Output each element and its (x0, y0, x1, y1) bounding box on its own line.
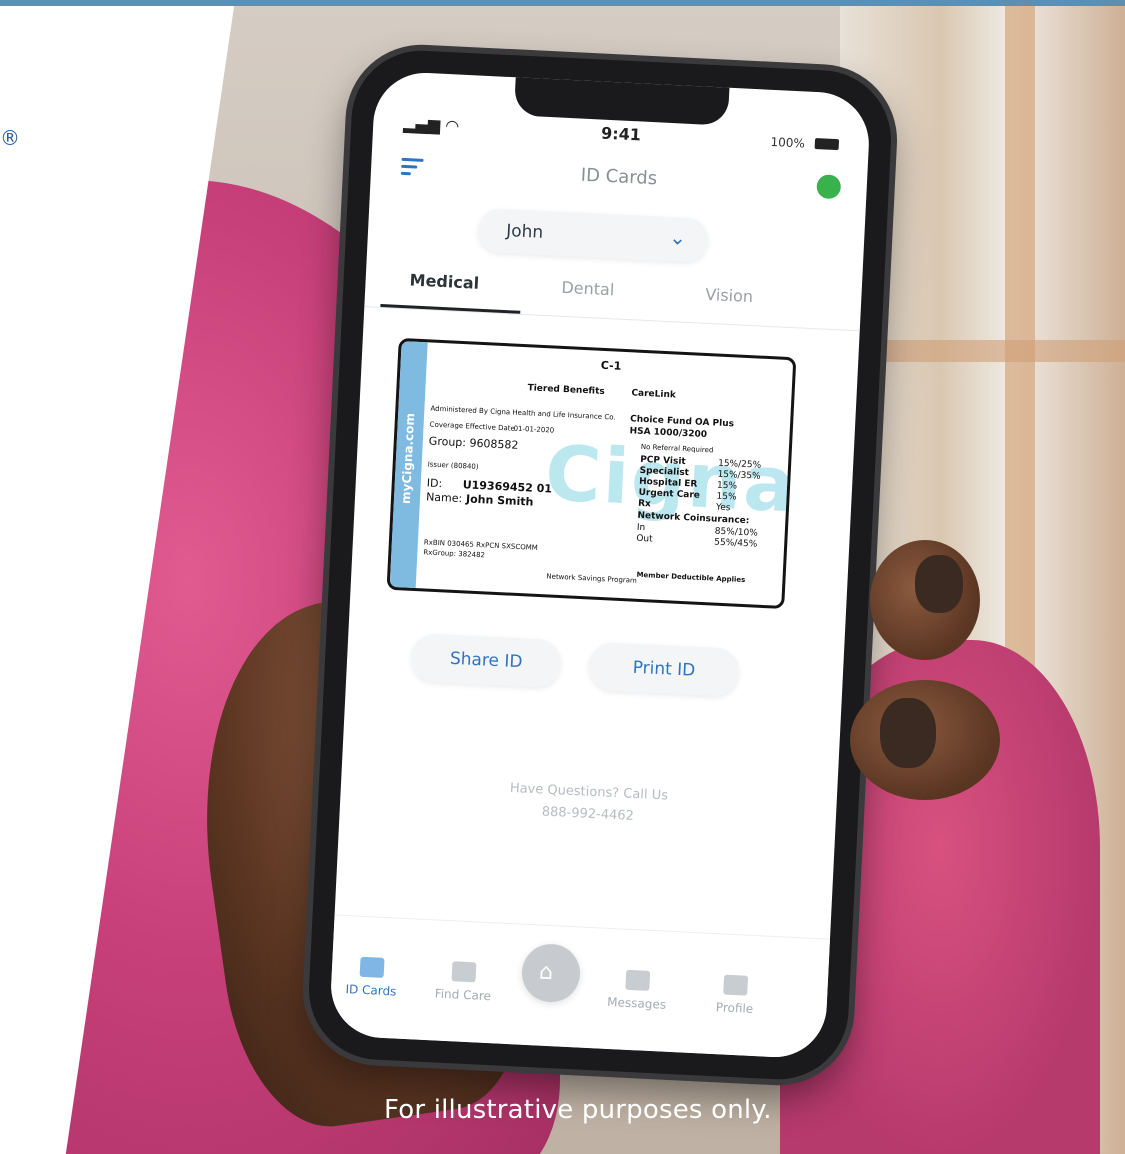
member-name: John (505, 221, 544, 243)
id-label: ID: (426, 476, 443, 491)
home-icon: ⌂ (538, 959, 554, 986)
print-id-button[interactable]: Print ID (587, 641, 741, 697)
top-rule (0, 0, 1125, 6)
benefit-value: 15% (716, 491, 737, 503)
page-title: ID Cards (580, 164, 658, 190)
benefit-value: 15%/35% (717, 469, 761, 482)
battery-icon (814, 137, 840, 151)
tabbar-profile[interactable]: Profile (694, 973, 776, 1017)
fingernail (915, 555, 963, 613)
tabbar-id-cards[interactable]: ID Cards (331, 955, 413, 999)
network-logo: CareLink (631, 388, 677, 401)
home-button[interactable]: ⌂ (520, 942, 582, 1004)
envelope-icon (625, 969, 651, 991)
stethoscope-icon (451, 961, 477, 983)
battery-percent: 100% (770, 134, 806, 151)
tabbar-messages[interactable]: Messages (596, 968, 678, 1012)
benefit-value: 15%/25% (717, 458, 762, 471)
savings-program: Network Savings Program (546, 572, 638, 585)
coverage-date: 01-01-2020 (513, 424, 555, 435)
coinsurance-in-label: In (636, 522, 646, 534)
app-header: ID Cards (370, 146, 867, 210)
card-actions: Share ID Print ID (346, 630, 844, 704)
tab-medical[interactable]: Medical (409, 270, 479, 292)
tab-vision[interactable]: Vision (705, 285, 754, 306)
strip-text: myCigna.com (398, 412, 418, 505)
benefit-label: Rx (637, 498, 652, 510)
registered-mark: ® (0, 126, 20, 150)
coverage-label: Coverage Effective Date (429, 420, 516, 433)
benefits-list: PCP Visit 15%/25% Specialist 15%/35% Hos… (402, 341, 794, 513)
rx-line2: RxGroup: 382482 (423, 548, 486, 560)
phone-screen: ▂▄▆ ◠ 9:41 100% ID Cards John ⌄ Medical … (328, 70, 872, 1060)
window-frame-horizontal (880, 340, 1125, 362)
phone-notch (513, 75, 730, 126)
tabbar-find-care[interactable]: Find Care (423, 960, 505, 1004)
benefit-value: 15% (716, 480, 738, 492)
benefit-value: Yes (715, 502, 731, 514)
coverage-tabs: Medical Dental Vision (364, 256, 863, 332)
deductible-note: Member Deductible Applies (636, 570, 746, 585)
name-label: Name: (425, 490, 463, 506)
name-value: John Smith (465, 492, 534, 509)
tabbar-label: Messages (606, 994, 667, 1012)
fingernail (880, 698, 936, 768)
group-number: Group: 9608582 (428, 434, 519, 452)
tabbar-label: Profile (715, 1000, 754, 1017)
member-selector[interactable]: John ⌄ (477, 207, 710, 263)
issuer: Issuer (80840) (427, 460, 479, 471)
id-card-icon (359, 956, 385, 978)
coinsurance-out-value: 55%/45% (713, 537, 758, 550)
id-card[interactable]: myCigna.com Cigna C-1 Tiered Benefits Ca… (386, 337, 797, 610)
share-id-button[interactable]: Share ID (410, 632, 563, 689)
chevron-down-icon: ⌄ (668, 225, 687, 250)
coinsurance-out-label: Out (636, 533, 653, 545)
coinsurance-in-value: 85%/10% (714, 526, 759, 539)
phone-device: ▂▄▆ ◠ 9:41 100% ID Cards John ⌄ Medical … (305, 47, 895, 1083)
bottom-tab-bar: ID Cards Find Care ⌂ Messages Profile (328, 914, 831, 1060)
person-icon (723, 974, 749, 996)
plan-type: Tiered Benefits (527, 383, 605, 398)
tab-dental[interactable]: Dental (561, 278, 615, 300)
active-tab-indicator (380, 303, 521, 314)
card-side-strip: myCigna.com (389, 341, 428, 589)
background-photo: ▂▄▆ ◠ 9:41 100% ID Cards John ⌄ Medical … (0, 0, 1125, 1154)
help-section: Have Questions? Call Us 888-992-4462 (340, 770, 838, 838)
tabbar-label: Find Care (434, 986, 492, 1004)
tabbar-label: ID Cards (345, 982, 397, 999)
illustrative-caption: For illustrative purposes only. (384, 1095, 772, 1125)
administrator: Administered By Cigna Health and Life In… (430, 404, 616, 422)
card-code: C-1 (600, 358, 622, 373)
